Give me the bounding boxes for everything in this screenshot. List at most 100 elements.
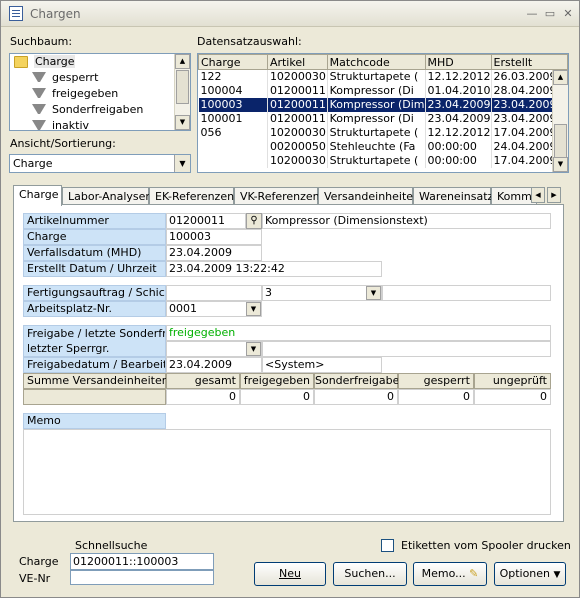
chevron-down-icon[interactable] bbox=[246, 302, 261, 316]
table-row[interactable]: 10200030 Strukturtapete (00:00:00 17.04.20… bbox=[198, 153, 568, 168]
ansicht-label: Ansicht/Sortierung: bbox=[10, 137, 116, 150]
arbeitsplatz-label: Arbeitsplatz-Nr. bbox=[23, 301, 166, 317]
scroll-up-icon[interactable]: ▲ bbox=[175, 54, 190, 69]
search-tree[interactable]: Charge gesperrt freigegeben Sonderfreiga… bbox=[9, 53, 191, 131]
schicht-value: 3 bbox=[265, 286, 272, 299]
col-header-artikel[interactable]: Artikel bbox=[266, 54, 328, 70]
scroll-down-icon[interactable]: ▼ bbox=[553, 157, 568, 172]
table-cell: Kompressor (Di bbox=[327, 111, 426, 126]
window-title: Chargen bbox=[30, 7, 81, 21]
tab-prev-icon[interactable]: ◀ bbox=[531, 187, 545, 203]
table-row[interactable]: 100004 01200011 Kompressor (Di 01.04.2010 28… bbox=[198, 83, 568, 98]
maximize-icon[interactable]: ▭ bbox=[543, 7, 557, 21]
tree-item-gesperrt[interactable]: gesperrt bbox=[32, 70, 98, 86]
col-header-charge[interactable]: Charge bbox=[198, 54, 268, 70]
tab-ek-referenzen[interactable]: EK-Referenzen bbox=[149, 187, 234, 205]
charge-field[interactable]: 100003 bbox=[166, 229, 262, 245]
quick-charge-label: Charge bbox=[19, 555, 59, 568]
close-icon[interactable]: ✕ bbox=[561, 7, 575, 21]
ansicht-select[interactable]: Charge bbox=[9, 154, 191, 173]
tab-versandeinheiten[interactable]: Versandeinheiten bbox=[318, 187, 420, 205]
verfall-label: Verfallsdatum (MHD) bbox=[23, 245, 166, 261]
table-row[interactable]: 122 10200030 Strukturtapete (12.12.2012 26.… bbox=[198, 69, 568, 84]
table-cell: 00:00:00 bbox=[425, 153, 492, 168]
quick-vnr-input[interactable] bbox=[70, 570, 214, 585]
tree-item-inaktiv[interactable]: inaktiv bbox=[32, 118, 89, 130]
memo-textarea[interactable] bbox=[23, 429, 551, 515]
table-cell: 100001 bbox=[198, 111, 268, 126]
fertigung-field[interactable] bbox=[166, 285, 262, 301]
col-header-matchcode[interactable]: Matchcode bbox=[326, 54, 426, 70]
bearbeiter-field: <System> bbox=[262, 357, 382, 373]
erstellt-field: 23.04.2009 13:22:42 bbox=[166, 261, 382, 277]
chevron-down-icon[interactable] bbox=[174, 155, 190, 172]
record-grid[interactable]: Charge Artikel Matchcode MHD Erstellt 12… bbox=[197, 53, 569, 173]
schnellsuche-label: Schnellsuche bbox=[75, 539, 148, 552]
freigabedatum-field[interactable]: 23.04.2009 bbox=[166, 357, 262, 373]
memo-button[interactable]: Memo... ✎ bbox=[413, 562, 487, 586]
table-row[interactable]: 00200050 Stehleuchte (Fa 00:00:00 24.04.200… bbox=[198, 139, 568, 154]
neu-button[interactable]: Neu bbox=[254, 562, 326, 586]
col-header-mhd[interactable]: MHD bbox=[424, 54, 492, 70]
tab-charge[interactable]: Charge bbox=[13, 185, 62, 206]
scroll-up-icon[interactable]: ▲ bbox=[553, 70, 568, 85]
summe-value-freigegeben: 0 bbox=[240, 389, 314, 405]
artikelnummer-label: Artikelnummer bbox=[23, 213, 166, 229]
artikel-text-field: Kompressor (Dimensionstext) bbox=[262, 213, 551, 229]
schicht-select[interactable]: 3 bbox=[262, 285, 382, 301]
verfall-field[interactable]: 23.04.2009 bbox=[166, 245, 262, 261]
scroll-down-icon[interactable]: ▼ bbox=[175, 115, 190, 130]
etiketten-label: Etiketten vom Spooler drucken bbox=[401, 539, 571, 552]
table-row[interactable]: 100001 01200011 Kompressor (Di 23.04.2009 23… bbox=[198, 111, 568, 126]
table-cell: Strukturtapete ( bbox=[327, 125, 426, 140]
etiketten-checkbox[interactable] bbox=[381, 539, 394, 552]
freigabe-field: freigegeben bbox=[166, 325, 551, 341]
table-cell: Strukturtapete ( bbox=[327, 69, 426, 84]
tree-item-sonderfreigaben[interactable]: Sonderfreigaben bbox=[32, 102, 143, 118]
sperrgr-text-field bbox=[262, 341, 551, 357]
memo-button-label: Memo... bbox=[421, 567, 466, 580]
table-cell: 01200011 bbox=[267, 111, 328, 126]
ansicht-value: Charge bbox=[13, 157, 53, 170]
search-icon[interactable]: ⚲ bbox=[246, 213, 262, 229]
summe-row-spacer bbox=[23, 389, 166, 405]
chevron-down-icon[interactable] bbox=[246, 342, 261, 356]
table-row[interactable]: 100003 01200011 Kompressor (Dim 23.04.2009 2… bbox=[198, 97, 568, 112]
summe-header-ungeprueft: ungeprüft bbox=[474, 373, 551, 389]
freigabedatum-label: Freigabedatum / Bearbeiter bbox=[23, 357, 166, 373]
grid-scrollbar[interactable]: ▲ ▼ bbox=[552, 70, 568, 172]
tab-wareneinsatz[interactable]: Wareneinsatz bbox=[413, 187, 493, 205]
chevron-down-icon: ▼ bbox=[553, 570, 561, 580]
folder-icon bbox=[14, 56, 28, 68]
table-cell: 10200030 bbox=[267, 69, 328, 84]
minimize-icon[interactable]: — bbox=[525, 7, 539, 21]
table-cell: 056 bbox=[198, 125, 268, 140]
suchen-button[interactable]: Suchen... bbox=[333, 562, 407, 586]
summe-header-gesamt: gesamt bbox=[166, 373, 240, 389]
filter-icon bbox=[32, 72, 46, 84]
scroll-thumb[interactable] bbox=[176, 70, 189, 104]
erstellt-label: Erstellt Datum / Uhrzeit bbox=[23, 261, 166, 277]
tree-item-charge[interactable]: Charge bbox=[14, 54, 76, 70]
summe-header-freigegeben: freigegeben bbox=[240, 373, 314, 389]
table-cell: Kompressor (Dim bbox=[327, 97, 426, 112]
charge-label: Charge bbox=[23, 229, 166, 245]
table-cell: 23.04.2009 bbox=[425, 97, 492, 112]
tab-next-icon[interactable]: ▶ bbox=[547, 187, 561, 203]
table-cell: Stehleuchte (Fa bbox=[327, 139, 426, 154]
quick-charge-input[interactable]: 01200011::100003 bbox=[70, 553, 214, 570]
chevron-down-icon[interactable] bbox=[366, 286, 381, 300]
scroll-thumb[interactable] bbox=[554, 124, 567, 158]
summe-value-gesamt: 0 bbox=[166, 389, 240, 405]
tree-item-freigegeben[interactable]: freigegeben bbox=[32, 86, 118, 102]
col-header-erstellt[interactable]: Erstellt bbox=[490, 54, 568, 70]
artikelnummer-field[interactable]: 01200011 bbox=[166, 213, 246, 229]
tree-scrollbar[interactable]: ▲ ▼ bbox=[174, 54, 190, 130]
optionen-button[interactable]: Optionen ▼ bbox=[494, 562, 566, 586]
filter-icon bbox=[32, 104, 46, 116]
tab-labor-analysen[interactable]: Labor-Analysen bbox=[62, 187, 152, 205]
memo-label: Memo bbox=[23, 413, 166, 429]
tab-vk-referenzen[interactable]: VK-Referenzen bbox=[234, 187, 320, 205]
table-row[interactable]: 056 10200030 Strukturtapete (12.12.2012 17.… bbox=[198, 125, 568, 140]
tab-panel-charge: Artikelnummer 01200011 ⚲ Kompressor (Dim… bbox=[13, 204, 564, 522]
